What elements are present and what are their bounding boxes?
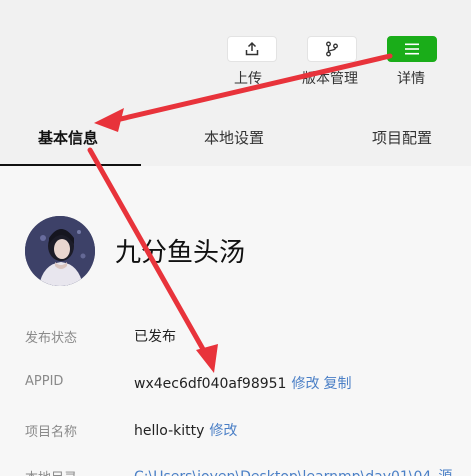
tab-project-config[interactable]: 项目配置 [372, 127, 432, 148]
tab-local-settings[interactable]: 本地设置 [204, 127, 264, 148]
upload-icon [245, 41, 259, 56]
project-name-label: 项目名称 [25, 425, 78, 440]
app-name: 九分鱼头汤 [115, 238, 246, 268]
appid-label: APPID [25, 374, 64, 389]
tab-basic-info[interactable]: 基本信息 [38, 127, 98, 148]
version-management-label[interactable]: 版本管理 [302, 68, 358, 88]
publish-status-value: 已发布 [134, 329, 176, 345]
publish-status-label: 发布状态 [25, 331, 78, 346]
project-name-row: hello-kitty 修改 [134, 420, 237, 440]
local-dir-label: 本地目录 [25, 467, 77, 476]
menu-icon [405, 43, 419, 55]
branch-icon [326, 41, 338, 57]
version-management-button[interactable] [307, 36, 357, 62]
details-button[interactable] [387, 36, 437, 62]
details-label[interactable]: 详情 [397, 68, 425, 88]
appid-edit-link[interactable]: 修改 [291, 376, 319, 392]
upload-label[interactable]: 上传 [234, 68, 262, 88]
project-name-edit-link[interactable]: 修改 [209, 423, 237, 439]
project-name-value: hello-kitty [134, 423, 205, 439]
appid-value: wx4ec6df040af98951 [134, 376, 287, 392]
appid-copy-link[interactable]: 复制 [323, 376, 351, 392]
toolbar: 上传 版本管理 详情 [0, 0, 471, 96]
tab-bar: 基本信息 本地设置 项目配置 [0, 96, 471, 166]
avatar [25, 216, 95, 286]
upload-button[interactable] [227, 36, 277, 62]
appid-row: wx4ec6df040af98951 修改 复制 [134, 373, 351, 393]
local-dir-link[interactable]: C:\Users\joyen\Desktop\learnmp\day01\04_… [134, 466, 452, 476]
basic-info-panel: 九分鱼头汤 发布状态 已发布 APPID wx4ec6df040af98951 修… [0, 166, 471, 476]
